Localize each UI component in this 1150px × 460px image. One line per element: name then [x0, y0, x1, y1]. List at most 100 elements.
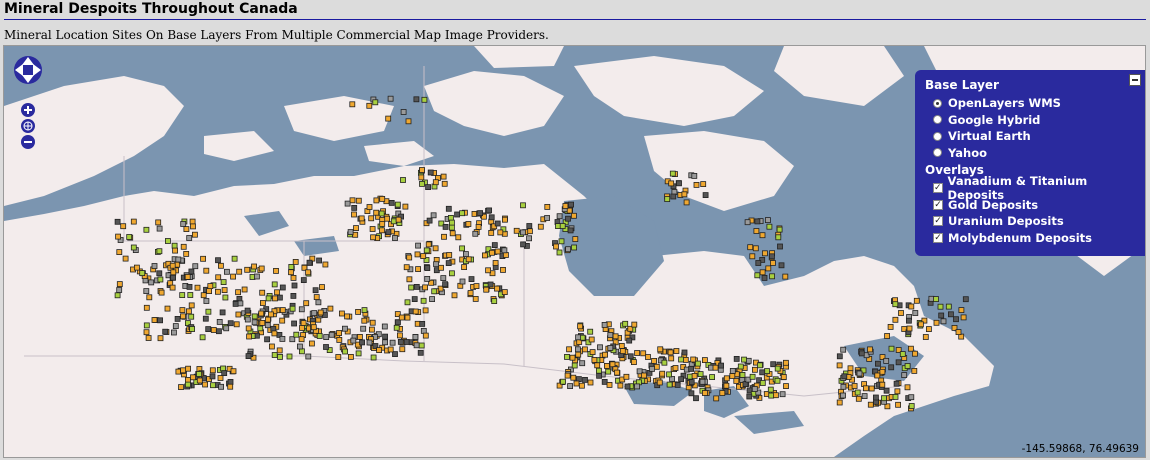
deposit-marker[interactable]	[258, 310, 265, 317]
deposit-marker[interactable]	[400, 177, 406, 183]
deposit-marker[interactable]	[372, 99, 379, 106]
deposit-marker[interactable]	[349, 197, 356, 204]
deposit-marker[interactable]	[670, 193, 677, 200]
deposit-marker[interactable]	[366, 102, 373, 109]
base-layer-option[interactable]: Google Hybrid	[925, 112, 1135, 129]
deposit-marker[interactable]	[413, 283, 420, 290]
radio-icon[interactable]	[933, 115, 942, 125]
checkbox-icon[interactable]: ✓	[933, 232, 943, 243]
deposit-marker[interactable]	[445, 260, 452, 267]
deposit-marker[interactable]	[473, 283, 480, 290]
deposit-marker[interactable]	[253, 273, 260, 280]
deposit-marker[interactable]	[180, 243, 187, 250]
checkbox-icon[interactable]: ✓	[933, 199, 943, 210]
deposit-marker[interactable]	[567, 227, 574, 234]
deposit-marker[interactable]	[933, 296, 939, 303]
deposit-marker[interactable]	[594, 362, 601, 369]
deposit-marker[interactable]	[276, 294, 283, 301]
deposit-marker[interactable]	[419, 320, 426, 327]
deposit-marker[interactable]	[251, 313, 258, 320]
deposit-marker[interactable]	[122, 255, 129, 262]
deposit-marker[interactable]	[604, 362, 610, 369]
deposit-marker[interactable]	[246, 333, 253, 340]
deposit-marker[interactable]	[230, 368, 237, 375]
deposit-marker[interactable]	[189, 326, 196, 332]
deposit-marker[interactable]	[235, 311, 242, 318]
deposit-marker[interactable]	[202, 381, 209, 388]
deposit-marker[interactable]	[189, 218, 196, 225]
deposit-marker[interactable]	[422, 332, 429, 339]
deposit-marker[interactable]	[597, 344, 603, 351]
deposit-marker[interactable]	[836, 353, 843, 360]
deposit-marker[interactable]	[413, 342, 420, 349]
deposit-marker[interactable]	[327, 305, 334, 312]
deposit-marker[interactable]	[419, 167, 425, 173]
deposit-marker[interactable]	[424, 265, 431, 272]
deposit-marker[interactable]	[723, 375, 730, 382]
deposit-marker[interactable]	[415, 242, 422, 249]
deposit-marker[interactable]	[156, 270, 163, 277]
deposit-marker[interactable]	[265, 316, 271, 323]
deposit-marker[interactable]	[601, 321, 608, 328]
deposit-marker[interactable]	[465, 256, 472, 263]
deposit-marker[interactable]	[188, 313, 195, 320]
deposit-marker[interactable]	[188, 268, 195, 275]
deposit-marker[interactable]	[769, 253, 775, 260]
deposit-marker[interactable]	[494, 285, 500, 292]
deposit-marker[interactable]	[520, 229, 526, 236]
deposit-marker[interactable]	[462, 251, 469, 258]
deposit-marker[interactable]	[370, 354, 377, 361]
deposit-marker[interactable]	[895, 401, 901, 408]
deposit-marker[interactable]	[674, 381, 681, 388]
overlay-label[interactable]: Gold Deposits	[948, 198, 1038, 212]
deposit-marker[interactable]	[178, 384, 184, 391]
deposit-marker[interactable]	[276, 347, 283, 354]
deposit-marker[interactable]	[183, 226, 190, 233]
deposit-marker[interactable]	[288, 263, 295, 270]
deposit-marker[interactable]	[432, 179, 439, 186]
deposit-marker[interactable]	[688, 365, 694, 372]
deposit-marker[interactable]	[737, 363, 744, 370]
deposit-marker[interactable]	[570, 374, 577, 381]
deposit-marker[interactable]	[501, 247, 508, 254]
deposit-marker[interactable]	[881, 395, 887, 402]
deposit-marker[interactable]	[312, 287, 319, 294]
deposit-marker[interactable]	[394, 201, 401, 208]
deposit-marker[interactable]	[702, 357, 708, 364]
deposit-marker[interactable]	[767, 386, 774, 393]
deposit-marker[interactable]	[475, 223, 482, 230]
deposit-marker[interactable]	[884, 333, 890, 339]
deposit-marker[interactable]	[609, 361, 616, 368]
deposit-marker[interactable]	[289, 305, 296, 312]
deposit-marker[interactable]	[774, 365, 781, 372]
deposit-marker[interactable]	[157, 335, 164, 342]
deposit-marker[interactable]	[501, 289, 508, 296]
deposit-marker[interactable]	[217, 262, 224, 269]
deposit-marker[interactable]	[702, 390, 708, 396]
deposit-marker[interactable]	[556, 213, 563, 220]
deposit-marker[interactable]	[223, 325, 230, 332]
deposit-marker[interactable]	[305, 269, 312, 276]
deposit-marker[interactable]	[688, 379, 695, 386]
deposit-marker[interactable]	[175, 256, 182, 263]
deposit-marker[interactable]	[912, 310, 919, 316]
deposit-marker[interactable]	[894, 388, 901, 395]
deposit-marker[interactable]	[336, 336, 343, 343]
deposit-marker[interactable]	[681, 349, 688, 356]
deposit-marker[interactable]	[368, 215, 375, 222]
deposit-marker[interactable]	[430, 212, 437, 219]
deposit-marker[interactable]	[448, 270, 455, 277]
deposit-marker[interactable]	[571, 362, 578, 369]
checkbox-icon[interactable]: ✓	[933, 216, 943, 227]
deposit-marker[interactable]	[559, 223, 566, 229]
deposit-marker[interactable]	[744, 219, 751, 226]
deposit-marker[interactable]	[945, 303, 952, 310]
deposit-marker[interactable]	[645, 354, 651, 360]
deposit-marker[interactable]	[341, 325, 348, 332]
deposit-marker[interactable]	[405, 118, 412, 125]
deposit-marker[interactable]	[279, 307, 286, 314]
deposit-marker[interactable]	[179, 307, 186, 314]
deposit-marker[interactable]	[440, 173, 447, 180]
deposit-marker[interactable]	[227, 378, 234, 385]
deposit-marker[interactable]	[745, 357, 752, 364]
